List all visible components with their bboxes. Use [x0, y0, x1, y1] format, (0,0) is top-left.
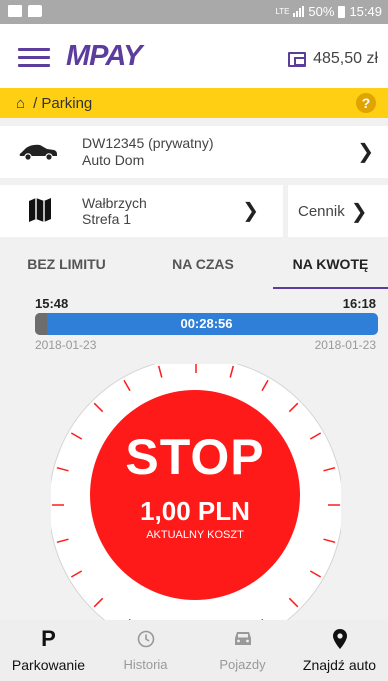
car-icon: [234, 632, 251, 645]
nav-label: Parkowanie: [11, 657, 86, 673]
zone-selector[interactable]: Wałbrzych Strefa 1 ❯: [0, 185, 283, 237]
app-header: MPAY 485,50 zł: [0, 24, 388, 88]
nav-pojazdy[interactable]: Pojazdy: [194, 620, 291, 681]
end-time: 16:18: [342, 296, 376, 311]
nav-label: Pojazdy: [219, 657, 266, 672]
history-icon: [137, 630, 154, 648]
start-time: 15:48: [35, 296, 69, 311]
chevron-right-icon: ❯: [350, 200, 368, 223]
help-button[interactable]: ?: [356, 93, 376, 113]
breadcrumb: ⌂ / Parking ?: [0, 88, 388, 118]
session-progress-bar: 00:28:56: [35, 313, 378, 335]
vehicle-plate: DW12345 (prywatny): [82, 135, 214, 151]
gallery-notification-icon: [8, 5, 22, 17]
start-date: 2018-01-23: [35, 338, 97, 352]
location-pin-icon: [332, 629, 347, 649]
pricing-button[interactable]: Cennik ❯: [288, 185, 388, 237]
current-cost-label: AKTUALNY KOSZT: [146, 529, 244, 541]
tab-na-czas[interactable]: NA CZAS: [133, 245, 273, 289]
nav-historia[interactable]: Historia: [97, 620, 194, 681]
nav-parkowanie[interactable]: P Parkowanie: [0, 620, 97, 681]
battery-percent: 50%: [308, 4, 335, 19]
chevron-right-icon: ❯: [357, 141, 374, 163]
vehicle-selector[interactable]: DW12345 (prywatny) Auto Dom ❯: [0, 126, 388, 178]
nav-label: Znajdź auto: [302, 657, 377, 673]
end-date: 2018-01-23: [314, 338, 376, 352]
wallet-balance[interactable]: 485,50 zł: [288, 50, 378, 68]
zone-name: Strefa 1: [82, 211, 132, 227]
zone-city: Wałbrzych: [82, 195, 147, 211]
parking-icon: P: [41, 626, 56, 651]
parking-mode-tabs: BEZ LIMITU NA CZAS NA KWOTĘ: [0, 245, 388, 289]
app-logo: MPAY: [66, 40, 142, 72]
stop-label: STOP: [125, 429, 265, 485]
tab-na-kwote[interactable]: NA KWOTĘ: [273, 245, 388, 289]
home-icon[interactable]: ⌂: [16, 95, 25, 112]
clock: 15:49: [349, 4, 382, 19]
elapsed-time: 00:28:56: [180, 316, 233, 331]
breadcrumb-path: / Parking: [33, 94, 93, 112]
menu-icon[interactable]: [18, 48, 50, 68]
pricing-label: Cennik: [298, 202, 345, 220]
battery-icon: [338, 5, 346, 18]
status-bar: LTE 50% 15:49: [0, 0, 388, 24]
bottom-navigation: P Parkowanie Historia Pojazdy Znajdź aut…: [0, 620, 388, 681]
nav-label: Historia: [123, 657, 168, 672]
stop-button[interactable]: STOP 1,00 PLN AKTUALNY KOSZT: [90, 390, 300, 600]
network-type: LTE: [275, 6, 290, 16]
wallet-amount: 485,50 zł: [313, 50, 378, 67]
car-icon: [19, 144, 58, 161]
current-cost-amount: 1,00 PLN: [140, 496, 250, 526]
vehicle-name: Auto Dom: [82, 152, 145, 168]
map-icon: [29, 198, 51, 222]
signal-icon: [293, 6, 305, 17]
nav-znajdz-auto[interactable]: Znajdź auto: [291, 620, 388, 681]
message-notification-icon: [28, 5, 42, 17]
tab-bez-limitu[interactable]: BEZ LIMITU: [0, 245, 133, 289]
chevron-right-icon: ❯: [242, 200, 259, 222]
wallet-icon: [288, 51, 307, 67]
